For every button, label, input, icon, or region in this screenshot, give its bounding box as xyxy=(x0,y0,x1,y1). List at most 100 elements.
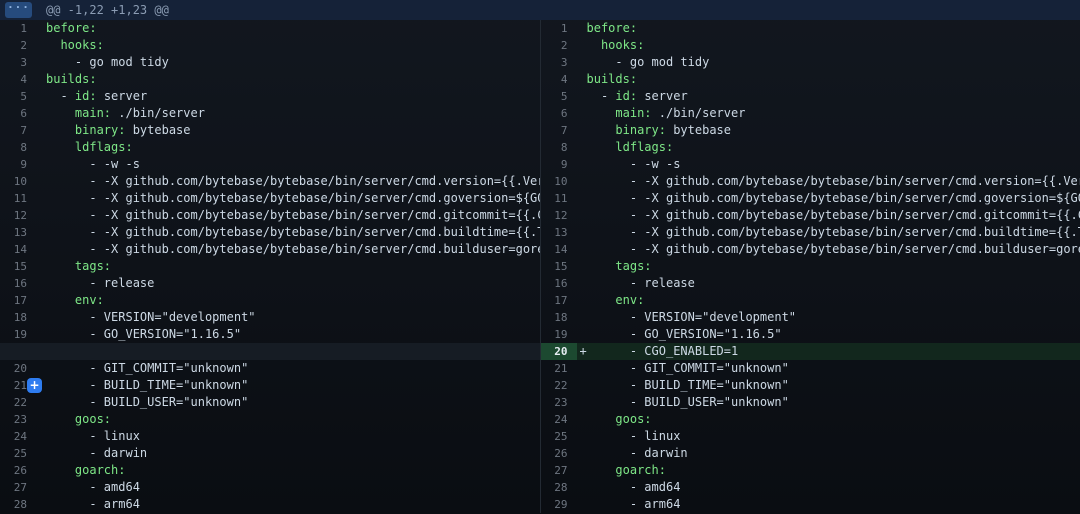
diff-row: 23 - BUILD_USER="unknown" xyxy=(541,394,1080,411)
line-number[interactable]: 5 xyxy=(541,88,577,105)
line-number[interactable]: 6 xyxy=(0,105,36,122)
code-text: - linux xyxy=(587,429,681,443)
line-number[interactable]: 28 xyxy=(0,496,36,513)
line-number[interactable]: 10 xyxy=(541,173,577,190)
code-text xyxy=(46,259,75,273)
line-number[interactable]: 29 xyxy=(541,496,577,513)
line-number[interactable]: 16 xyxy=(0,275,36,292)
line-number[interactable]: 22 xyxy=(0,394,36,411)
line-number[interactable]: 1 xyxy=(0,20,36,37)
line-number[interactable]: 14 xyxy=(0,241,36,258)
yaml-key: before: xyxy=(46,21,97,35)
line-number[interactable]: 28 xyxy=(541,479,577,496)
line-number[interactable]: 17 xyxy=(0,292,36,309)
line-number[interactable]: 3 xyxy=(0,54,36,71)
code-line: goarch: xyxy=(36,462,540,479)
line-number[interactable]: 4 xyxy=(0,71,36,88)
sign-column xyxy=(577,462,587,479)
yaml-key: id: xyxy=(75,89,97,103)
sign-column xyxy=(36,190,46,207)
line-number[interactable]: 8 xyxy=(541,139,577,156)
line-number[interactable]: 11 xyxy=(541,190,577,207)
line-number[interactable]: 16 xyxy=(541,275,577,292)
line-number[interactable]: 27 xyxy=(541,462,577,479)
line-number[interactable]: 18 xyxy=(0,309,36,326)
sign-column xyxy=(36,258,46,275)
line-number[interactable]: 19 xyxy=(541,326,577,343)
diff-row: 3 - go mod tidy xyxy=(0,54,540,71)
line-number[interactable]: 6 xyxy=(541,105,577,122)
line-number[interactable]: 20 xyxy=(0,360,36,377)
line-number[interactable]: 12 xyxy=(541,207,577,224)
line-number[interactable]: 4 xyxy=(541,71,577,88)
sign-column xyxy=(577,190,587,207)
line-number[interactable]: 23 xyxy=(0,411,36,428)
diff-row: 8 ldflags: xyxy=(0,139,540,156)
code-line: - GO_VERSION="1.16.5" xyxy=(36,326,540,343)
line-number[interactable]: 22 xyxy=(541,377,577,394)
line-number[interactable]: 2 xyxy=(0,37,36,54)
code-line: - amd64 xyxy=(577,479,1080,496)
line-number[interactable]: 15 xyxy=(541,258,577,275)
code-line: - arm64 xyxy=(36,496,540,513)
line-number[interactable]: 9 xyxy=(541,156,577,173)
code-text: - GIT_COMMIT="unknown" xyxy=(46,361,248,375)
line-number[interactable]: 19 xyxy=(0,326,36,343)
code-text: server xyxy=(637,89,688,103)
diff-row: 8 ldflags: xyxy=(541,139,1080,156)
line-number[interactable]: 5 xyxy=(0,88,36,105)
split-diff-view: ··· @@ -1,22 +1,23 @@ 1 before:2 hooks:3… xyxy=(0,0,1080,514)
line-number[interactable]: 24 xyxy=(0,428,36,445)
line-number[interactable]: 13 xyxy=(541,224,577,241)
line-number[interactable]: 21 xyxy=(541,360,577,377)
line-number[interactable]: 26 xyxy=(0,462,36,479)
line-number[interactable]: 11 xyxy=(0,190,36,207)
expand-hunk-button[interactable]: ··· xyxy=(5,2,32,18)
code-line: builds: xyxy=(36,71,540,88)
code-line: goos: xyxy=(36,411,540,428)
diff-row: 6 main: ./bin/server xyxy=(541,105,1080,122)
code-line: - BUILD_USER="unknown" xyxy=(577,394,1080,411)
line-number[interactable]: 3 xyxy=(541,54,577,71)
add-comment-button[interactable]: + xyxy=(27,378,42,393)
line-number[interactable]: 12 xyxy=(0,207,36,224)
line-number[interactable]: 14 xyxy=(541,241,577,258)
line-number[interactable]: 25 xyxy=(0,445,36,462)
sign-column xyxy=(36,309,46,326)
diff-row: 26 goarch: xyxy=(0,462,540,479)
sign-column xyxy=(577,54,587,71)
code-text: - arm64 xyxy=(587,497,681,511)
line-number[interactable]: 24 xyxy=(541,411,577,428)
sign-column xyxy=(577,394,587,411)
line-number[interactable]: 15 xyxy=(0,258,36,275)
line-number[interactable]: 2 xyxy=(541,37,577,54)
code-text: - -X github.com/bytebase/bytebase/bin/se… xyxy=(587,208,1080,222)
line-number[interactable]: 27 xyxy=(0,479,36,496)
sign-column xyxy=(577,309,587,326)
line-number[interactable]: 17 xyxy=(541,292,577,309)
sign-column xyxy=(36,462,46,479)
line-number[interactable]: 18 xyxy=(541,309,577,326)
line-number[interactable]: 7 xyxy=(541,122,577,139)
sign-column xyxy=(577,428,587,445)
line-number[interactable]: 8 xyxy=(0,139,36,156)
line-number[interactable]: 13 xyxy=(0,224,36,241)
code-text: - -X github.com/bytebase/bytebase/bin/se… xyxy=(46,191,540,205)
code-text: - darwin xyxy=(587,446,688,460)
line-number[interactable]: 10 xyxy=(0,173,36,190)
diff-row: 7 binary: bytebase xyxy=(0,122,540,139)
line-number[interactable]: 1 xyxy=(541,20,577,37)
code-text: - -X github.com/bytebase/bytebase/bin/se… xyxy=(587,242,1080,256)
line-number[interactable]: 9 xyxy=(0,156,36,173)
sign-column xyxy=(36,88,46,105)
code-text: - BUILD_USER="unknown" xyxy=(587,395,789,409)
line-number[interactable]: 20 xyxy=(541,343,577,360)
sign-column xyxy=(577,37,587,54)
line-number[interactable]: 26 xyxy=(541,445,577,462)
line-number[interactable]: 25 xyxy=(541,428,577,445)
line-number[interactable]: 7 xyxy=(0,122,36,139)
line-number[interactable]: 23 xyxy=(541,394,577,411)
code-text xyxy=(587,106,616,120)
code-text: - -X github.com/bytebase/bytebase/bin/se… xyxy=(46,208,540,222)
yaml-key: builds: xyxy=(587,72,638,86)
